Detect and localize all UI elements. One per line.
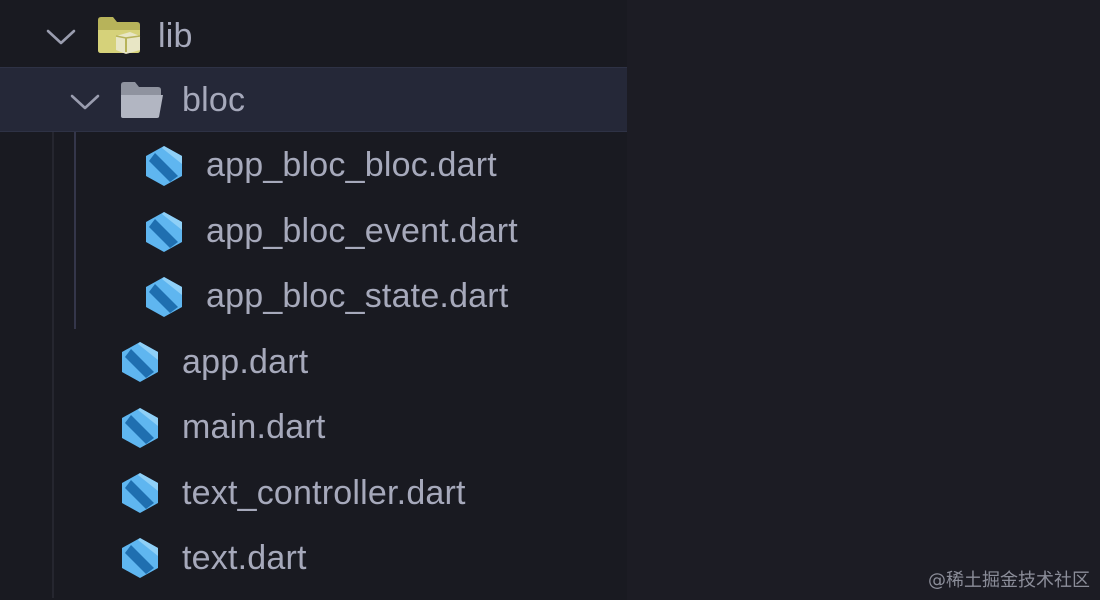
tree-item-file[interactable]: main.dart [0,394,627,459]
tree-item-label: bloc [182,81,246,119]
dart-file-icon [122,408,158,448]
chevron-down-icon[interactable] [44,24,78,50]
tree-item-label: app.dart [182,343,309,381]
tree-item-label: app_bloc_event.dart [206,212,518,250]
folder-open-icon [121,82,163,118]
tree-item-label: text_controller.dart [182,474,466,512]
tree-item-label: app_bloc_bloc.dart [206,146,497,184]
watermark: @稀土掘金技术社区 [928,570,1090,591]
tree-item-label: lib [158,17,193,55]
tree-item-label: app_bloc_state.dart [206,277,509,315]
tree-item-label: main.dart [182,408,326,446]
folder-lib-icon [98,17,141,54]
tree-item-file[interactable]: app_bloc_bloc.dart [0,132,627,197]
chevron-down-icon[interactable] [68,89,102,115]
tree-item-lib[interactable]: lib [0,2,627,67]
tree-item-file[interactable]: app_bloc_state.dart [0,263,627,328]
dart-file-icon [146,277,182,317]
file-explorer-panel: lib bloc app_bloc_bloc.dart app_bloc_eve… [0,0,627,600]
dart-file-icon [122,473,158,513]
editor-background [627,0,1100,600]
tree-item-file[interactable]: app.dart [0,328,627,393]
tree-item-bloc[interactable]: bloc [0,67,627,132]
dart-file-icon [122,538,158,578]
dart-file-icon [146,212,182,252]
tree-item-file[interactable]: text_controller.dart [0,459,627,524]
tree-item-file[interactable]: text.dart [0,524,627,589]
tree-item-file[interactable]: app_bloc_event.dart [0,198,627,263]
dart-file-icon [146,146,182,186]
tree-item-label: text.dart [182,539,307,577]
dart-file-icon [122,342,158,382]
